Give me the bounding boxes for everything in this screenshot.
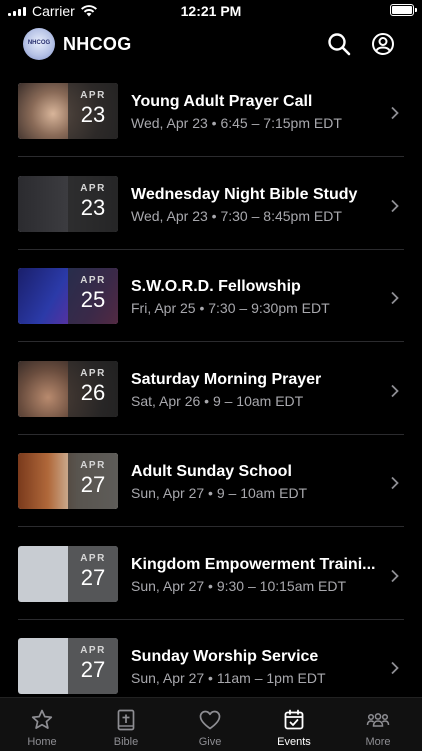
date-badge: APR 27	[68, 638, 118, 694]
chevron-right-icon	[391, 291, 399, 305]
event-time: Wed, Apr 23 • 6:45 – 7:15pm EDT	[131, 115, 342, 131]
event-time: Fri, Apr 25 • 7:30 – 9:30pm EDT	[131, 300, 330, 316]
event-thumbnail: APR 25	[18, 268, 118, 324]
tab-label: Events	[277, 736, 311, 748]
event-thumbnail: APR 26	[18, 360, 118, 417]
event-row[interactable]: APR 27 Adult Sunday School Sun, Apr 27 • …	[0, 434, 422, 527]
tab-more[interactable]: More	[336, 698, 420, 751]
logo-text: NHCOG	[27, 40, 51, 46]
chevron-right-icon	[391, 106, 399, 120]
calendar-icon	[284, 709, 304, 730]
star-icon	[31, 709, 53, 729]
event-row[interactable]: APR 27 Kingdom Empowerment Traini... Sun,…	[0, 527, 422, 620]
battery-icon	[390, 4, 417, 16]
event-thumbnail: APR 27	[18, 545, 118, 602]
chevron-right-icon	[391, 199, 399, 212]
event-time: Sun, Apr 27 • 9 – 10am EDT	[131, 485, 308, 501]
event-title: Young Adult Prayer Call	[131, 93, 313, 110]
app-header: NHCOG NHCOG	[0, 24, 422, 64]
tab-label: More	[365, 736, 391, 748]
event-row[interactable]: APR 25 S.W.O.R.D. Fellowship Fri, Apr 25 …	[0, 249, 422, 342]
app-title: NHCOG	[63, 34, 132, 54]
church-logo[interactable]: NHCOG	[23, 28, 55, 60]
tab-give[interactable]: Give	[168, 698, 252, 751]
event-title: Sunday Worship Service	[131, 648, 319, 665]
people-icon	[366, 713, 390, 727]
event-title: Kingdom Empowerment Traini...	[131, 555, 376, 573]
event-title: Wednesday Night Bible Study	[131, 185, 358, 203]
date-badge: APR 27	[68, 453, 118, 509]
event-time: Wed, Apr 23 • 7:30 – 8:45pm EDT	[131, 207, 342, 224]
date-badge: APR 26	[68, 360, 118, 417]
tab-label: Home	[27, 736, 57, 748]
tab-label: Give	[198, 736, 222, 748]
event-time: Sun, Apr 27 • 11am – 1pm EDT	[131, 670, 326, 686]
date-badge: APR 23	[68, 83, 118, 139]
date-badge: APR 23	[68, 175, 118, 232]
event-row[interactable]: APR 27 Sunday Worship Service Sun, Apr 27…	[0, 619, 422, 696]
event-time: Sun, Apr 27 • 9:30 – 10:15am EDT	[131, 577, 347, 594]
event-row[interactable]: APR 23 Young Adult Prayer Call Wed, Apr 2…	[0, 64, 422, 157]
event-time: Sat, Apr 26 • 9 – 10am EDT	[131, 392, 304, 409]
event-title: S.W.O.R.D. Fellowship	[131, 278, 301, 295]
search-icon[interactable]	[327, 32, 351, 56]
tab-bar: Home Bible Give Events More	[0, 697, 422, 751]
tab-events[interactable]: Events	[252, 698, 336, 751]
tab-bible[interactable]: Bible	[84, 698, 168, 751]
bible-icon	[117, 709, 135, 731]
date-badge: APR 27	[68, 545, 118, 602]
profile-icon[interactable]	[371, 32, 395, 56]
chevron-right-icon	[391, 476, 399, 490]
event-row[interactable]: APR 26 Saturday Morning Prayer Sat, Apr 2…	[0, 342, 422, 435]
event-thumbnail: APR 27	[18, 453, 118, 509]
chevron-right-icon	[391, 384, 399, 397]
event-title: Adult Sunday School	[131, 463, 292, 480]
events-list[interactable]: APR 23 Young Adult Prayer Call Wed, Apr 2…	[0, 64, 422, 696]
chevron-right-icon	[391, 569, 399, 582]
event-thumbnail: APR 27	[18, 638, 118, 694]
clock: 12:21 PM	[180, 3, 242, 19]
heart-icon	[199, 710, 221, 730]
chevron-right-icon	[391, 661, 399, 675]
event-thumbnail: APR 23	[18, 175, 118, 232]
event-thumbnail: APR 23	[18, 83, 118, 139]
status-bar: Carrier 12:21 PM	[0, 0, 422, 24]
event-row[interactable]: APR 23 Wednesday Night Bible Study Wed, A…	[0, 157, 422, 250]
tab-home[interactable]: Home	[0, 698, 84, 751]
date-badge: APR 25	[68, 268, 118, 324]
tab-label: Bible	[113, 736, 139, 748]
event-title: Saturday Morning Prayer	[131, 370, 322, 388]
